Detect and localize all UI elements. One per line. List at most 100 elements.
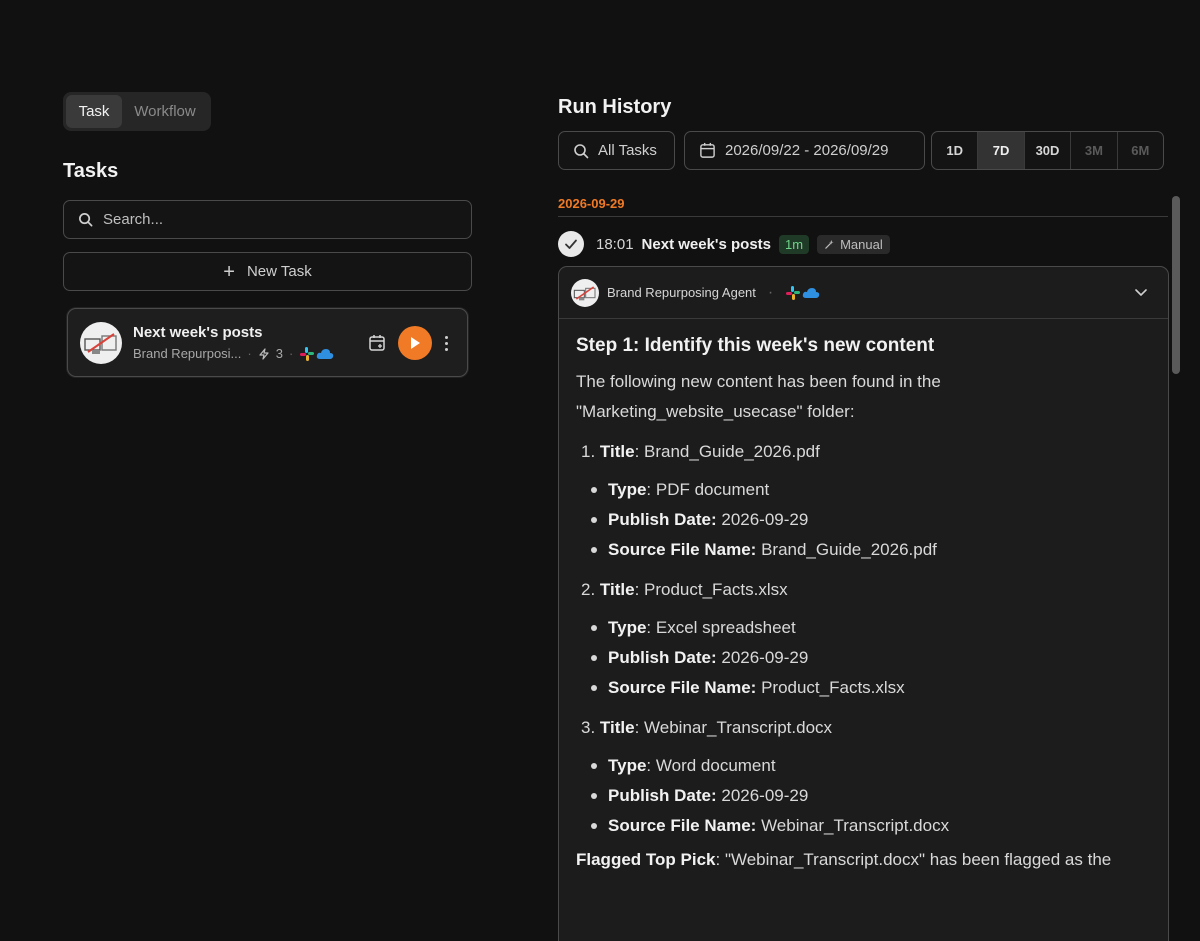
agent-header[interactable]: Brand Repurposing Agent · — [559, 267, 1168, 319]
step-heading: Step 1: Identify this week's new content — [576, 335, 935, 356]
all-tasks-label: All Tasks — [598, 142, 657, 159]
range-6m[interactable]: 6M — [1116, 132, 1163, 169]
item-details: Type: PDF document Publish Date: 2026-09… — [591, 475, 1152, 565]
run-output-panel: Brand Repurposing Agent · Step 1: Identi… — [558, 266, 1169, 941]
agent-name: Brand Repurposing Agent — [607, 285, 756, 300]
source-label: Source File Name: — [608, 816, 757, 835]
date-label: Publish Date: — [608, 510, 717, 529]
task-tab[interactable]: Task — [66, 95, 122, 128]
type-label: Type — [608, 618, 647, 637]
intro-line-1: The following new content has been found… — [576, 372, 941, 391]
type-value: Excel spreadsheet — [655, 618, 796, 637]
list-item: Source File Name: Webinar_Transcript.doc… — [591, 811, 1152, 841]
schedule-button[interactable] — [366, 332, 388, 354]
item-number: 1. — [581, 442, 596, 461]
list-item: Type: Word document — [591, 751, 1152, 781]
search-icon — [79, 213, 93, 227]
run-entry[interactable]: 18:01 Next week's posts 1m Manual — [558, 231, 890, 257]
cloud-icon — [803, 287, 820, 298]
plus-icon: + — [223, 260, 235, 283]
integration-icons — [299, 346, 334, 362]
item-number: 3. — [581, 718, 596, 737]
list-item: Source File Name: Brand_Guide_2026.pdf — [591, 535, 1152, 565]
item-title-value: Brand_Guide_2026.pdf — [644, 442, 820, 461]
integration-icons — [785, 285, 820, 301]
list-item: Publish Date: 2026-09-29 — [591, 505, 1152, 535]
trigger-badge: Manual — [817, 234, 890, 254]
type-label: Type — [608, 480, 647, 499]
range-7d[interactable]: 7D — [977, 132, 1024, 169]
separator-dot: · — [767, 283, 774, 301]
list-item: Source File Name: Product_Facts.xlsx — [591, 673, 1152, 703]
content-item-title: 2. Title: Product_Facts.xlsx — [581, 580, 788, 599]
source-value: Product_Facts.xlsx — [761, 678, 905, 697]
intro-line-2: "Marketing_website_usecase" folder: — [576, 402, 855, 421]
item-details: Type: Word document Publish Date: 2026-0… — [591, 751, 1152, 841]
separator-dot: · — [247, 346, 252, 361]
slack-icon — [300, 346, 315, 361]
list-item: Publish Date: 2026-09-29 — [591, 781, 1152, 811]
title-label: Title — [599, 442, 635, 461]
content-item-title: 3. Title: Webinar_Transcript.docx — [581, 718, 833, 737]
source-value: Webinar_Transcript.docx — [761, 816, 950, 835]
item-title-value: Product_Facts.xlsx — [644, 580, 788, 599]
run-time: 18:01 — [596, 235, 634, 253]
title-label: Title — [599, 580, 635, 599]
calendar-icon — [700, 142, 715, 158]
range-30d[interactable]: 30D — [1023, 132, 1070, 169]
new-task-label: New Task — [246, 263, 312, 280]
type-value: Word document — [655, 756, 776, 775]
date-value: 2026-09-29 — [721, 786, 809, 805]
flag-text: "Webinar_Transcript.docx" has been flagg… — [724, 850, 1112, 869]
list-item: Type: PDF document — [591, 475, 1152, 505]
duration-badge: 1m — [779, 234, 810, 254]
play-icon — [411, 337, 420, 349]
new-task-button[interactable]: + New Task — [63, 252, 472, 291]
run-output-content: Step 1: Identify this week's new content… — [559, 319, 1168, 875]
run-name: Next week's posts — [641, 235, 772, 253]
date-range-picker[interactable]: 2026/09/22 - 2026/09/29 — [684, 131, 925, 170]
agent-avatar — [80, 321, 122, 364]
tasks-title: Tasks — [63, 160, 119, 182]
cloud-icon — [317, 348, 334, 359]
date-range-label: 2026/09/22 - 2026/09/29 — [725, 142, 889, 159]
view-toggle: Task Workflow — [63, 92, 211, 131]
run-history-title: Run History — [558, 96, 672, 118]
type-value: PDF document — [655, 480, 770, 499]
separator-dot: · — [288, 346, 294, 361]
item-number: 2. — [581, 580, 596, 599]
all-tasks-filter[interactable]: All Tasks — [558, 131, 675, 170]
trigger-label: Manual — [840, 236, 883, 252]
task-search[interactable] — [63, 200, 472, 239]
workflow-tab[interactable]: Workflow — [122, 95, 208, 128]
check-icon — [558, 231, 584, 257]
bolt-icon — [259, 347, 269, 360]
source-value: Brand_Guide_2026.pdf — [761, 540, 937, 559]
item-details: Type: Excel spreadsheet Publish Date: 20… — [591, 613, 1152, 703]
list-item: Publish Date: 2026-09-29 — [591, 643, 1152, 673]
run-task-button[interactable] — [398, 326, 432, 360]
flagged-pick: Flagged Top Pick: "Webinar_Transcript.do… — [576, 850, 1112, 869]
task-name: Next week's posts — [133, 323, 263, 341]
scrollbar[interactable] — [1172, 196, 1180, 374]
flag-label: Flagged Top Pick — [576, 850, 716, 869]
slack-icon — [786, 285, 801, 300]
source-label: Source File Name: — [608, 678, 757, 697]
task-agent: Brand Repurposi... — [133, 346, 242, 361]
tool-count: 3 — [275, 346, 283, 361]
task-card[interactable]: Next week's posts Brand Repurposi... · 3… — [67, 308, 468, 377]
date-label: Publish Date: — [608, 786, 717, 805]
search-icon — [574, 143, 589, 158]
date-divider — [558, 216, 1168, 217]
content-item-title: 1. Title: Brand_Guide_2026.pdf — [581, 442, 820, 461]
range-1d[interactable]: 1D — [932, 132, 977, 169]
calendar-icon — [369, 335, 385, 351]
more-icon[interactable] — [440, 332, 452, 354]
range-3m[interactable]: 3M — [1070, 132, 1116, 169]
search-input[interactable] — [103, 211, 463, 228]
date-value: 2026-09-29 — [721, 648, 809, 667]
time-range-selector: 1D 7D 30D 3M 6M — [931, 131, 1164, 170]
date-label: Publish Date: — [608, 648, 717, 667]
chevron-down-icon[interactable] — [1134, 285, 1148, 299]
agent-avatar — [571, 278, 599, 307]
